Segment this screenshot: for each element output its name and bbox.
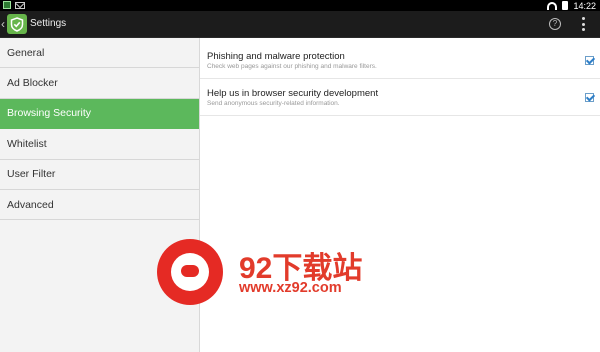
up-arrow-icon[interactable]: ‹ — [1, 17, 5, 31]
sidebar-item-label: General — [7, 46, 45, 59]
mail-icon — [15, 1, 25, 9]
phishing-protection-checkbox[interactable] — [585, 56, 594, 65]
pref-title: Help us in browser security development — [207, 88, 379, 99]
help-icon[interactable]: ? — [549, 18, 561, 30]
sidebar-item-label: Ad Blocker — [7, 77, 58, 90]
pref-summary: Send anonymous security-related informat… — [207, 100, 340, 107]
sidebar-item-whitelist[interactable]: Whitelist — [0, 129, 199, 160]
sidebar-item-ad-blocker[interactable]: Ad Blocker — [0, 68, 199, 99]
sidebar-item-browsing-security[interactable]: Browsing Security — [0, 98, 199, 130]
page-title: Settings — [30, 18, 67, 29]
security-development-checkbox[interactable] — [585, 93, 594, 102]
app-shield-icon[interactable] — [7, 14, 27, 34]
site-watermark: 92下载站 www.xz92.com — [157, 233, 387, 313]
sidebar-item-label: Whitelist — [7, 137, 47, 150]
action-bar: ‹ Settings ? — [0, 11, 600, 38]
sidebar-item-label: Browsing Security — [7, 107, 92, 120]
pref-summary: Check web pages against our phishing and… — [207, 63, 377, 70]
sidebar-item-label: User Filter — [7, 168, 56, 181]
sidebar-item-advanced[interactable]: Advanced — [0, 190, 199, 221]
watermark-url: www.xz92.com — [239, 280, 342, 296]
wifi-icon — [547, 1, 558, 10]
battery-icon — [562, 1, 569, 10]
sidebar-item-general[interactable]: General — [0, 38, 199, 69]
pref-phishing-protection[interactable]: Phishing and malware protection Check we… — [200, 43, 600, 79]
pref-title: Phishing and malware protection — [207, 51, 345, 62]
status-bar: 14:22 — [0, 0, 600, 11]
image-notification-icon — [3, 1, 11, 9]
pref-security-development[interactable]: Help us in browser security development … — [200, 80, 600, 116]
clock: 14:22 — [573, 0, 596, 11]
overflow-menu-icon[interactable] — [582, 17, 586, 31]
watermark-logo-icon — [157, 239, 223, 305]
sidebar-item-label: Advanced — [7, 198, 54, 211]
sidebar-item-user-filter[interactable]: User Filter — [0, 160, 199, 190]
